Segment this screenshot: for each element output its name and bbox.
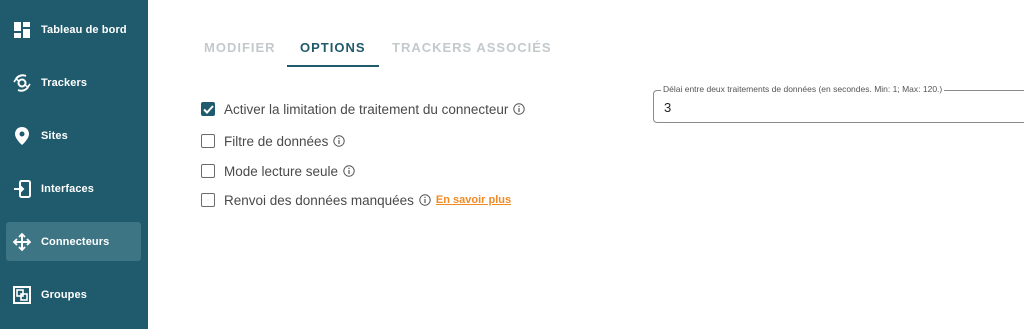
info-icon[interactable] — [343, 165, 355, 177]
sidebar-item-connecteurs[interactable]: Connecteurs — [6, 222, 141, 261]
sidebar-item-interfaces[interactable]: Interfaces — [6, 169, 141, 208]
option-label: Activer la limitation de traitement du c… — [224, 101, 509, 117]
sidebar-item-label: Interfaces — [41, 182, 94, 195]
tab-trackers-associes[interactable]: TRACKERS ASSOCIÉS — [392, 40, 552, 55]
sidebar-item-label: Tableau de bord — [41, 23, 127, 36]
main-content: MODIFIER OPTIONS TRACKERS ASSOCIÉS Activ… — [148, 0, 1024, 329]
delay-field: Délai entre deux traitements de données … — [653, 84, 1024, 123]
option-lecture-seule: Mode lecture seule — [201, 162, 355, 180]
sidebar-item-label: Sites — [41, 129, 68, 142]
learn-more-link[interactable]: En savoir plus — [436, 194, 511, 206]
groups-icon — [12, 285, 32, 305]
sidebar-item-trackers[interactable]: Trackers — [6, 63, 141, 102]
sidebar-item-label: Groupes — [41, 288, 87, 301]
option-label: Filtre de données — [224, 133, 329, 149]
active-tab-indicator — [287, 65, 379, 67]
sidebar: Tableau de bord Trackers Sites Interface… — [0, 0, 148, 329]
connectors-icon — [12, 232, 32, 252]
info-icon[interactable] — [333, 135, 346, 147]
tab-options[interactable]: OPTIONS — [300, 40, 366, 55]
sidebar-item-groupes[interactable]: Groupes — [6, 275, 141, 314]
option-filtre: Filtre de données — [201, 132, 346, 150]
option-renvoi: Renvoi des données manquées En savoir pl… — [201, 191, 511, 209]
option-label: Mode lecture seule — [224, 163, 339, 179]
sidebar-item-label: Connecteurs — [41, 235, 110, 248]
info-icon[interactable] — [513, 103, 526, 115]
location-pin-icon — [12, 126, 32, 146]
trackers-icon — [12, 73, 32, 93]
lecture-seule-checkbox[interactable] — [201, 164, 215, 178]
sidebar-item-sites[interactable]: Sites — [6, 116, 141, 155]
filtre-checkbox[interactable] — [201, 134, 215, 148]
delay-field-label: Délai entre deux traitements de données … — [661, 84, 945, 94]
option-limitation: Activer la limitation de traitement du c… — [201, 100, 526, 118]
tab-modifier[interactable]: MODIFIER — [204, 40, 276, 55]
option-label: Renvoi des données manquées — [224, 192, 414, 208]
limitation-checkbox[interactable] — [201, 102, 215, 116]
sidebar-item-tableau-de-bord[interactable]: Tableau de bord — [6, 10, 141, 49]
renvoi-checkbox[interactable] — [201, 193, 215, 207]
delay-input[interactable] — [664, 100, 1004, 115]
info-icon[interactable] — [419, 194, 431, 206]
check-icon — [202, 104, 214, 114]
dashboard-icon — [12, 20, 32, 40]
sidebar-item-label: Trackers — [41, 76, 88, 89]
interfaces-icon — [12, 179, 32, 199]
